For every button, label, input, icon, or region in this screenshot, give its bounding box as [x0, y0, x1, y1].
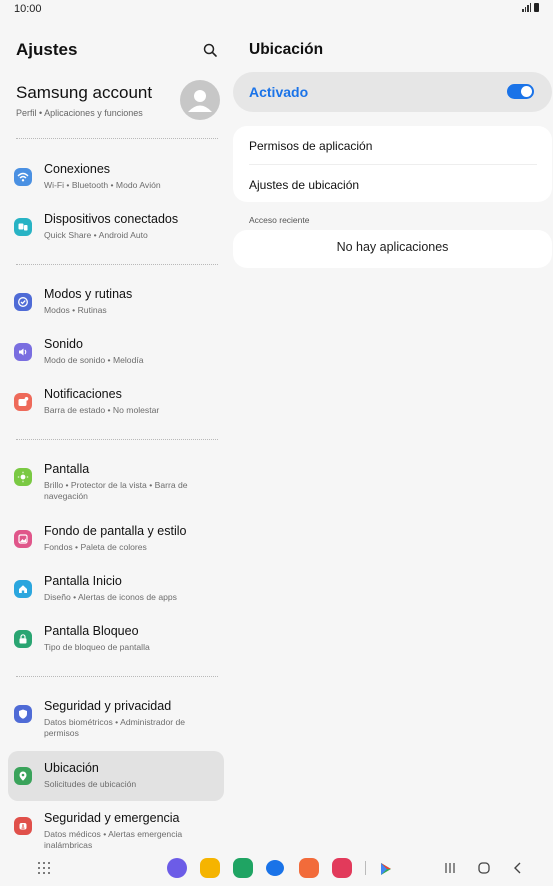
recent-access-card: No hay aplicaciones	[233, 230, 552, 268]
home-nav-icon	[478, 862, 490, 874]
item-label: Modos y rutinas	[44, 287, 133, 301]
shield-icon	[14, 705, 32, 723]
wifi-icon	[14, 168, 32, 186]
samsung-account-entry[interactable]: Samsung account Perfil • Aplicaciones y …	[16, 80, 222, 130]
settings-item-dispositivos-conectados[interactable]: Dispositivos conectados Quick Share • An…	[8, 202, 224, 252]
settings-item-sonido[interactable]: Sonido Modo de sonido • Melodía	[8, 327, 224, 377]
battery-icon	[534, 3, 539, 12]
divider	[249, 164, 537, 165]
dock-separator	[365, 861, 366, 875]
item-subtitle: Diseño • Alertas de iconos de apps	[44, 592, 177, 602]
recent-apps-button[interactable]	[444, 861, 456, 880]
no-apps-text: No hay aplicaciones	[336, 240, 449, 254]
search-icon	[203, 43, 217, 57]
account-subtitle: Perfil • Aplicaciones y funciones	[16, 108, 143, 118]
camera-app-icon[interactable]	[332, 858, 352, 878]
internet-app-icon[interactable]	[167, 858, 187, 878]
messages-app-icon[interactable]	[266, 860, 284, 876]
item-subtitle: Datos biométricos • Administrador de per…	[44, 717, 186, 738]
item-label: Pantalla Inicio	[44, 574, 122, 588]
item-label: Dispositivos conectados	[44, 212, 179, 226]
account-title: Samsung account	[16, 83, 153, 102]
back-icon	[514, 862, 521, 874]
app-drawer-button[interactable]	[38, 862, 50, 874]
settings-item-conexiones[interactable]: Conexiones Wi-Fi • Bluetooth • Modo Avió…	[8, 152, 224, 202]
item-subtitle: Fondos • Paleta de colores	[44, 542, 147, 552]
home-icon	[14, 580, 32, 598]
item-label: Fondo de pantalla y estilo	[44, 524, 187, 538]
item-subtitle: Modos • Rutinas	[44, 305, 107, 315]
sound-icon	[14, 343, 32, 361]
item-subtitle: Solicitudes de ubicación	[44, 779, 137, 789]
wallpaper-icon	[14, 530, 32, 548]
lock-icon	[14, 630, 32, 648]
settings-item-seguridad-y-privacidad[interactable]: Seguridad y privacidad Datos biométricos…	[8, 689, 224, 739]
item-subtitle: Modo de sonido • Melodía	[44, 355, 144, 365]
settings-title: Ajustes	[16, 40, 78, 59]
location-settings-option[interactable]: Ajustes de ubicación	[249, 178, 359, 192]
item-label: Ubicación	[44, 761, 99, 775]
settings-item-seguridad-y-emergencia[interactable]: Seguridad y emergencia Datos médicos • A…	[8, 801, 224, 848]
system-icons	[522, 3, 539, 12]
status-time: 10:00	[14, 3, 42, 15]
connected-devices-icon	[14, 218, 32, 236]
navigation-bar	[0, 848, 553, 886]
notifications-icon	[14, 393, 32, 411]
toggle-label: Activado	[249, 84, 309, 100]
search-button[interactable]	[200, 40, 220, 60]
divider	[16, 138, 218, 139]
location-master-toggle[interactable]: Activado	[233, 72, 552, 112]
divider	[16, 439, 218, 440]
phone-app-icon[interactable]	[233, 858, 253, 878]
settings-item-notificaciones[interactable]: Notificaciones Barra de estado • No mole…	[8, 377, 224, 427]
files-app-icon[interactable]	[200, 858, 220, 878]
user-icon	[188, 90, 212, 112]
item-subtitle: Wi-Fi • Bluetooth • Modo Avión	[44, 180, 161, 190]
play-store-app-icon[interactable]	[378, 861, 394, 882]
item-label: Pantalla Bloqueo	[44, 624, 139, 638]
divider	[16, 264, 218, 265]
signal-icon	[522, 3, 531, 12]
item-label: Sonido	[44, 337, 83, 351]
item-label: Pantalla	[44, 462, 90, 476]
page-title: Ubicación	[249, 41, 324, 58]
recent-access-label: Acceso reciente	[249, 215, 310, 225]
app-permissions-option[interactable]: Permisos de aplicación	[249, 139, 372, 153]
item-label: Seguridad y emergencia	[44, 811, 180, 825]
location-detail-pane: Ubicación Activado Permisos de aplicació…	[232, 18, 553, 848]
item-subtitle: Datos médicos • Alertas emergencia inalá…	[44, 829, 183, 848]
settings-item-pantalla-bloqueo[interactable]: Pantalla Bloqueo Tipo de bloqueo de pant…	[8, 614, 224, 664]
item-label: Notificaciones	[44, 387, 122, 401]
settings-item-modos-y-rutinas[interactable]: Modos y rutinas Modos • Rutinas	[8, 277, 224, 327]
settings-list-pane: Ajustes Samsung account Perfil • Aplicac…	[0, 18, 232, 848]
modes-icon	[14, 293, 32, 311]
item-label: Seguridad y privacidad	[44, 699, 172, 713]
contacts-app-icon[interactable]	[299, 858, 319, 878]
settings-item-ubicacion[interactable]: Ubicación Solicitudes de ubicación	[8, 751, 224, 801]
settings-item-fondo-de-pantalla[interactable]: Fondo de pantalla y estilo Fondos • Pale…	[8, 514, 224, 564]
settings-item-pantalla[interactable]: Pantalla Brillo • Protector de la vista …	[8, 452, 224, 502]
item-subtitle: Quick Share • Android Auto	[44, 230, 148, 240]
location-icon	[14, 767, 32, 785]
emergency-icon	[14, 817, 32, 835]
item-subtitle: Tipo de bloqueo de pantalla	[44, 642, 150, 652]
settings-item-pantalla-inicio[interactable]: Pantalla Inicio Diseño • Alertas de icon…	[8, 564, 224, 614]
switch-knob	[521, 86, 532, 97]
divider	[16, 676, 218, 677]
back-button[interactable]	[512, 861, 524, 880]
item-subtitle: Barra de estado • No molestar	[44, 405, 160, 415]
item-label: Conexiones	[44, 162, 111, 176]
recents-icon	[445, 863, 455, 873]
status-bar: 10:00	[0, 0, 553, 18]
location-switch[interactable]	[507, 84, 534, 99]
avatar	[180, 80, 220, 120]
display-icon	[14, 468, 32, 486]
location-options-card: Permisos de aplicación Ajustes de ubicac…	[233, 126, 552, 202]
home-button[interactable]	[477, 861, 491, 880]
item-subtitle: Brillo • Protector de la vista • Barra d…	[44, 480, 188, 501]
